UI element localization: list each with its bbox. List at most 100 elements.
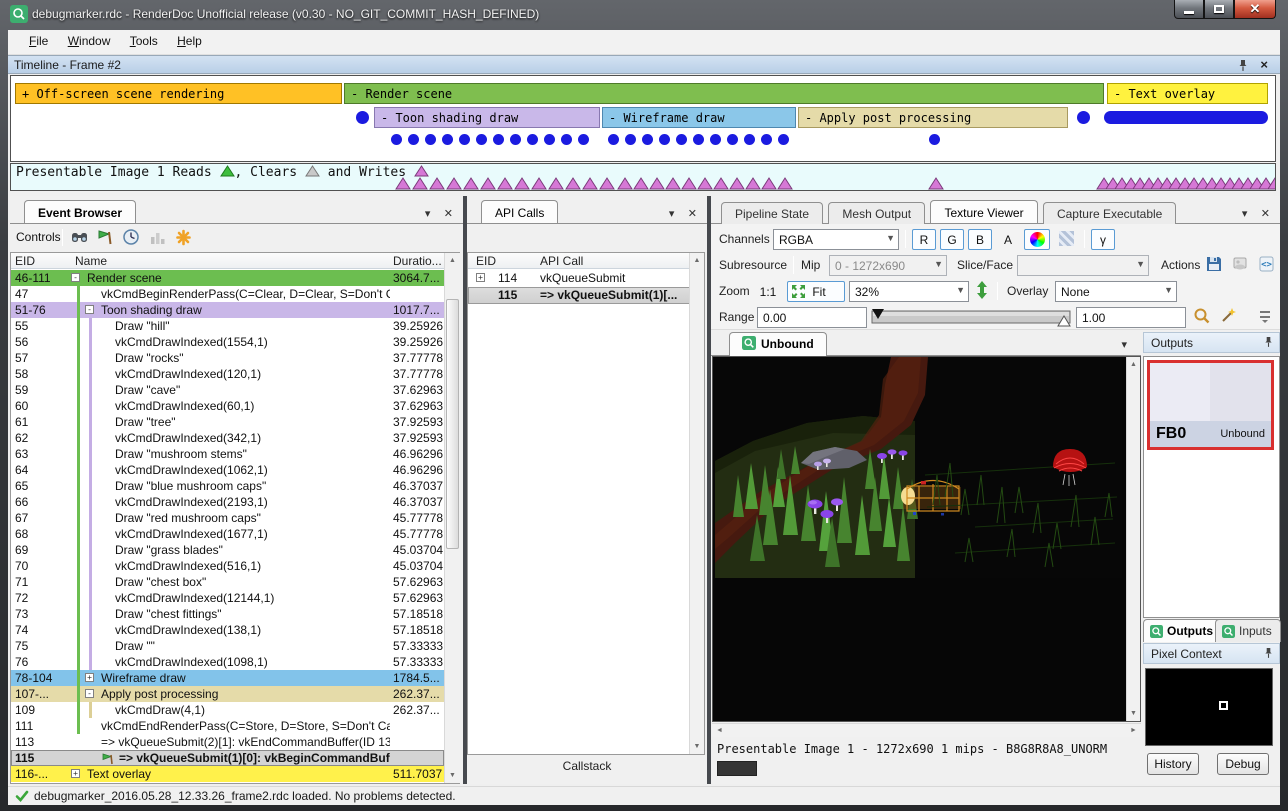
event-row[interactable]: 76vkCmdDrawIndexed(1098,1)57.33333 <box>11 654 444 670</box>
color-wheel-button[interactable] <box>1024 229 1050 250</box>
menu-tools[interactable]: Tools <box>122 30 166 51</box>
timeline-draw-dot[interactable] <box>408 134 419 145</box>
bookmark-icon[interactable] <box>174 228 194 248</box>
usage-triangle[interactable] <box>464 178 478 189</box>
usage-triangle[interactable] <box>515 178 529 189</box>
panel-close-icon[interactable]: ✕ <box>444 208 453 220</box>
gamma-button[interactable]: γ <box>1091 229 1115 250</box>
output-thumbnail-fb0[interactable]: FB0 Unbound <box>1147 360 1274 450</box>
event-row[interactable]: 63Draw "mushroom stems"46.96296 <box>11 446 444 462</box>
tab-unbound-texture[interactable]: Unbound <box>729 332 827 356</box>
event-row[interactable]: 69Draw "grass blades"45.03704 <box>11 542 444 558</box>
column-name[interactable]: Name <box>75 254 107 268</box>
channel-blue-button[interactable]: B <box>968 229 992 250</box>
event-row[interactable]: 71Draw "chest box"57.62963 <box>11 574 444 590</box>
tab-event-browser[interactable]: Event Browser <box>24 200 136 223</box>
timeline-draw-dot[interactable] <box>744 134 755 145</box>
texture-image[interactable] <box>715 357 1122 578</box>
minimize-button[interactable] <box>1174 0 1204 19</box>
channel-red-button[interactable]: R <box>912 229 936 250</box>
timeline-draw-dot[interactable] <box>527 134 538 145</box>
tree-expander-icon[interactable]: - <box>85 305 94 314</box>
usage-triangle[interactable] <box>634 178 648 189</box>
flip-y-icon[interactable] <box>975 281 995 301</box>
event-row[interactable]: 72vkCmdDrawIndexed(12144,1)57.62963 <box>11 590 444 606</box>
event-browser-header[interactable]: EID Name Duratio... <box>11 253 459 269</box>
overlay-select[interactable]: None▼ <box>1055 281 1177 302</box>
tree-expander-icon[interactable]: - <box>71 273 80 282</box>
usage-triangle[interactable] <box>682 178 696 189</box>
tab-texture-viewer[interactable]: Texture Viewer <box>930 200 1037 223</box>
event-row[interactable]: 61Draw "tree"37.92593 <box>11 414 444 430</box>
time-draws-icon[interactable] <box>122 228 142 248</box>
checker-backdrop-button[interactable] <box>1054 229 1078 250</box>
menu-window[interactable]: Window <box>60 30 119 51</box>
timeline-draw-dot[interactable] <box>459 134 470 145</box>
event-row[interactable]: 55Draw "hill"39.25926 <box>11 318 444 334</box>
event-row[interactable]: 65Draw "blue mushroom caps"46.37037 <box>11 478 444 494</box>
usage-triangle[interactable] <box>730 178 744 189</box>
scroll-right-icon[interactable]: ► <box>1126 724 1141 737</box>
timeline-draw-dot[interactable] <box>391 134 402 145</box>
timeline-draw-dot[interactable] <box>710 134 721 145</box>
usage-triangle[interactable] <box>650 178 664 189</box>
scroll-up-icon[interactable]: ▲ <box>445 253 460 268</box>
tab-mesh-output[interactable]: Mesh Output <box>828 202 925 224</box>
usage-triangle[interactable] <box>549 178 563 189</box>
timeline-draw-dot[interactable] <box>493 134 504 145</box>
api-call-row[interactable]: 115=> vkQueueSubmit(1)[... <box>468 287 690 304</box>
event-row[interactable]: 67Draw "red mushroom caps"45.77778 <box>11 510 444 526</box>
panel-menu-icon[interactable]: ▾ <box>425 208 431 220</box>
usage-triangle[interactable] <box>447 178 461 189</box>
timeline-draw-dot[interactable] <box>476 134 487 145</box>
event-row[interactable]: 70vkCmdDrawIndexed(516,1)45.03704 <box>11 558 444 574</box>
texture-vscrollbar[interactable]: ▲ ▼ <box>1126 357 1140 721</box>
event-row[interactable]: 107-...-Apply post processing262.37... <box>11 686 444 702</box>
timeline-marker-bar[interactable]: - Apply post processing <box>798 107 1068 128</box>
event-browser-scrollbar[interactable]: ▲ ▼ <box>444 253 460 783</box>
column-api-call[interactable]: API Call <box>540 254 583 268</box>
range-slider[interactable] <box>871 307 1071 331</box>
event-row[interactable]: 57Draw "rocks"37.77778 <box>11 350 444 366</box>
scroll-down-icon[interactable]: ▼ <box>1127 706 1140 721</box>
event-row[interactable]: 113=> vkQueueSubmit(2)[1]: vkEndCommandB… <box>11 734 444 750</box>
tab-capture-executable[interactable]: Capture Executable <box>1043 202 1176 224</box>
tree-expander-icon[interactable]: + <box>476 273 485 282</box>
event-row[interactable]: 60vkCmdDrawIndexed(60,1)37.62963 <box>11 398 444 414</box>
stats-icon[interactable] <box>148 228 168 248</box>
column-eid[interactable]: EID <box>15 254 35 268</box>
tree-expander-icon[interactable]: + <box>85 673 94 682</box>
usage-triangle[interactable] <box>532 178 546 189</box>
open-link-icon[interactable] <box>1232 255 1252 275</box>
menu-help[interactable]: Help <box>169 30 210 51</box>
usage-triangle[interactable] <box>600 178 614 189</box>
panel-close-icon[interactable]: ✕ <box>688 208 697 220</box>
api-call-row[interactable]: +114vkQueueSubmit <box>468 270 690 287</box>
usage-triangle[interactable] <box>666 178 680 189</box>
texture-list-menu-icon[interactable]: ▾ <box>1121 339 1127 351</box>
timeline-draw-dot[interactable] <box>442 134 453 145</box>
pin-icon[interactable] <box>1264 647 1273 662</box>
column-eid[interactable]: EID <box>476 254 496 268</box>
usage-triangle[interactable] <box>618 178 632 189</box>
panel-menu-icon[interactable]: ▾ <box>1242 208 1248 220</box>
texture-display[interactable]: ▲ ▼ <box>712 356 1141 722</box>
usage-triangle[interactable] <box>566 178 580 189</box>
timeline-current-range[interactable] <box>1104 111 1268 124</box>
timeline-draw-dot[interactable] <box>544 134 555 145</box>
timeline-draw-dot[interactable] <box>659 134 670 145</box>
event-row[interactable]: 66vkCmdDrawIndexed(2193,1)46.37037 <box>11 494 444 510</box>
tab-outputs[interactable]: Outputs <box>1143 619 1222 642</box>
usage-triangle[interactable] <box>698 178 712 189</box>
api-calls-header[interactable]: EID API Call <box>468 253 704 269</box>
timeline-draw-dot[interactable] <box>929 134 940 145</box>
usage-triangle[interactable] <box>583 178 597 189</box>
timeline-draw-dot[interactable] <box>761 134 772 145</box>
usage-triangle[interactable] <box>778 178 792 189</box>
channel-green-button[interactable]: G <box>940 229 964 250</box>
timeline-close-icon[interactable]: × <box>1260 57 1268 72</box>
event-row[interactable]: 59Draw "cave"37.62963 <box>11 382 444 398</box>
slice-face-select[interactable]: ▼ <box>1017 255 1149 276</box>
event-row[interactable]: 109vkCmdDraw(4,1)262.37... <box>11 702 444 718</box>
event-row[interactable]: 111vkCmdEndRenderPass(C=Store, D=Store, … <box>11 718 444 734</box>
